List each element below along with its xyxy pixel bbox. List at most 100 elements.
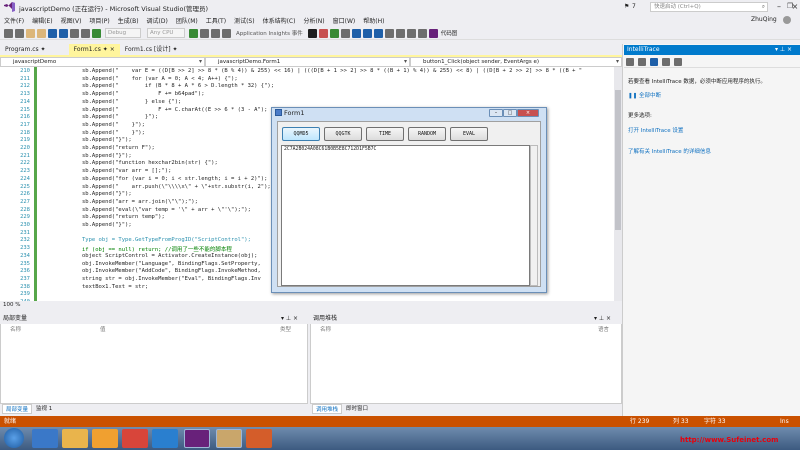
result-textbox[interactable]	[281, 145, 530, 286]
undo-icon[interactable]	[70, 28, 79, 38]
locals-panel-controls[interactable]: ▾ ⊥ ×	[281, 315, 298, 322]
new-project-icon[interactable]	[26, 28, 35, 38]
close-button[interactable]: ×	[790, 1, 800, 12]
comment-icon[interactable]	[406, 28, 416, 38]
save-all-icon[interactable]	[59, 28, 68, 38]
pin-icon[interactable]: ▾ ⊥ ×	[775, 46, 792, 53]
line-number: 230	[20, 222, 30, 228]
calls-view-icon[interactable]	[638, 58, 646, 66]
menu-project[interactable]: 项目(P)	[85, 16, 113, 25]
ie-icon[interactable]	[32, 429, 58, 448]
form-minimize-button[interactable]: –	[489, 109, 503, 117]
tab-call-stack[interactable]: 调用堆栈	[312, 404, 343, 414]
menu-help[interactable]: 帮助(H)	[359, 16, 388, 25]
line-number: 235	[20, 260, 30, 267]
menu-test[interactable]: 测试(S)	[230, 16, 259, 25]
bookmark-icon[interactable]	[417, 28, 427, 38]
pause-icon[interactable]	[307, 28, 317, 38]
quick-launch-input[interactable]: 快速启动 (Ctrl+Q) ⌕	[650, 2, 768, 12]
random-button[interactable]: RANDOM	[408, 127, 446, 141]
start-button[interactable]	[4, 428, 24, 448]
tab-locals[interactable]: 局部变量	[2, 404, 33, 414]
project-dropdown[interactable]: javascriptDemo	[0, 57, 205, 67]
app-insights-label[interactable]: Application Insights 事件	[236, 29, 303, 37]
stack-icon[interactable]	[395, 28, 405, 38]
menu-edit[interactable]: 编辑(E)	[28, 16, 56, 25]
config-dropdown[interactable]: Debug	[105, 28, 141, 38]
forward-icon[interactable]	[15, 28, 24, 38]
code-map-icon[interactable]	[428, 28, 438, 38]
qqmd5-button[interactable]: QQMD5	[282, 127, 320, 141]
tab-form1-cs[interactable]: Form1.cs ✦ ×	[68, 44, 120, 55]
form-close-button[interactable]: ×	[517, 109, 539, 117]
restart-icon[interactable]	[329, 28, 339, 38]
explorer-icon[interactable]	[62, 429, 88, 448]
save-icon[interactable]	[48, 28, 57, 38]
visual-studio-taskbar-icon[interactable]	[184, 429, 210, 448]
menu-window[interactable]: 窗口(W)	[329, 16, 360, 25]
form-maximize-button[interactable]: □	[503, 109, 517, 117]
refresh-icon[interactable]	[222, 28, 231, 38]
notification-flag-icon[interactable]: ⚑	[624, 3, 629, 10]
app-icon[interactable]	[152, 429, 178, 448]
attach-icon[interactable]	[200, 28, 209, 38]
eval-button[interactable]: EVAL	[450, 127, 488, 141]
break-all-link[interactable]: ❚❚ 全部中断	[628, 91, 661, 99]
tab-program-cs[interactable]: Program.cs ✦	[0, 44, 51, 55]
quick-launch-placeholder: 快速启动 (Ctrl+Q)	[654, 4, 701, 10]
callstack-col-language: 语言	[598, 327, 610, 333]
gear-icon[interactable]	[662, 58, 670, 66]
step-out-icon[interactable]	[373, 28, 383, 38]
open-file-icon[interactable]	[37, 28, 46, 38]
menu-analyze[interactable]: 分析(N)	[299, 16, 328, 25]
editor-horizontal-scrollbar[interactable]	[0, 301, 622, 310]
menu-tools[interactable]: 工具(T)	[202, 16, 230, 25]
step-into-icon[interactable]	[351, 28, 361, 38]
class-dropdown[interactable]: javascriptDemo.Form1	[205, 57, 410, 67]
tab-form1-design[interactable]: Form1.cs [设计] ✦	[120, 44, 183, 55]
callstack-panel-controls[interactable]: ▾ ⊥ ×	[594, 315, 611, 322]
qqgtk-button[interactable]: QQGTK	[324, 127, 362, 141]
step-icon[interactable]	[211, 28, 220, 38]
back-icon[interactable]	[4, 28, 13, 38]
settings-icon[interactable]	[650, 58, 658, 66]
show-next-icon[interactable]	[340, 28, 350, 38]
code-map-label[interactable]: 代码图	[441, 29, 458, 37]
line-number: 213	[20, 91, 30, 98]
redo-icon[interactable]	[81, 28, 90, 38]
step-over-icon[interactable]	[362, 28, 372, 38]
menu-file[interactable]: 文件(F)	[0, 16, 28, 25]
menu-build[interactable]: 生成(B)	[114, 16, 143, 25]
menu-debug[interactable]: 调试(D)	[143, 16, 172, 25]
paint-icon[interactable]	[216, 429, 242, 448]
status-bar: 就绪 行 239 列 33 字符 33 Ins	[0, 416, 800, 427]
chrome-icon[interactable]	[122, 429, 148, 448]
tab-immediate[interactable]: 即时窗口	[343, 404, 371, 414]
document-tabs: Program.cs ✦ Form1.cs ✦ × Form1.cs [设计] …	[0, 44, 622, 55]
open-settings-link[interactable]: 打开 IntelliTrace 设置	[628, 126, 683, 134]
menu-architecture[interactable]: 体系结构(C)	[259, 16, 300, 25]
continue-icon[interactable]	[92, 28, 101, 38]
play-icon[interactable]	[189, 28, 198, 38]
user-name[interactable]: ZhuQing	[751, 16, 777, 23]
avatar[interactable]	[783, 16, 791, 24]
media-player-icon[interactable]	[92, 429, 118, 448]
textbox-scrollbar[interactable]	[530, 145, 538, 286]
thread-icon[interactable]	[384, 28, 394, 38]
zoom-level[interactable]: 100 %	[3, 302, 20, 308]
tab-watch1[interactable]: 监视 1	[33, 404, 55, 414]
learn-more-link[interactable]: 了解有关 IntelliTrace 的详细信息	[628, 147, 711, 155]
events-view-icon[interactable]	[626, 58, 634, 66]
member-dropdown[interactable]: button1_Click(object sender, EventArgs e…	[410, 57, 622, 67]
powerpoint-icon[interactable]	[246, 429, 272, 448]
platform-dropdown[interactable]: Any CPU	[147, 28, 185, 38]
stop-icon[interactable]	[318, 28, 328, 38]
editor-scroll-thumb[interactable]	[615, 90, 621, 230]
menu-team[interactable]: 团队(M)	[172, 16, 202, 25]
time-button[interactable]: TIME	[366, 127, 404, 141]
filter-icon[interactable]	[674, 58, 682, 66]
code-line: sb.Append("}");	[82, 222, 132, 228]
menu-view[interactable]: 视图(V)	[57, 16, 86, 25]
intellitrace-toolbar	[624, 57, 800, 68]
form-icon	[275, 109, 282, 116]
